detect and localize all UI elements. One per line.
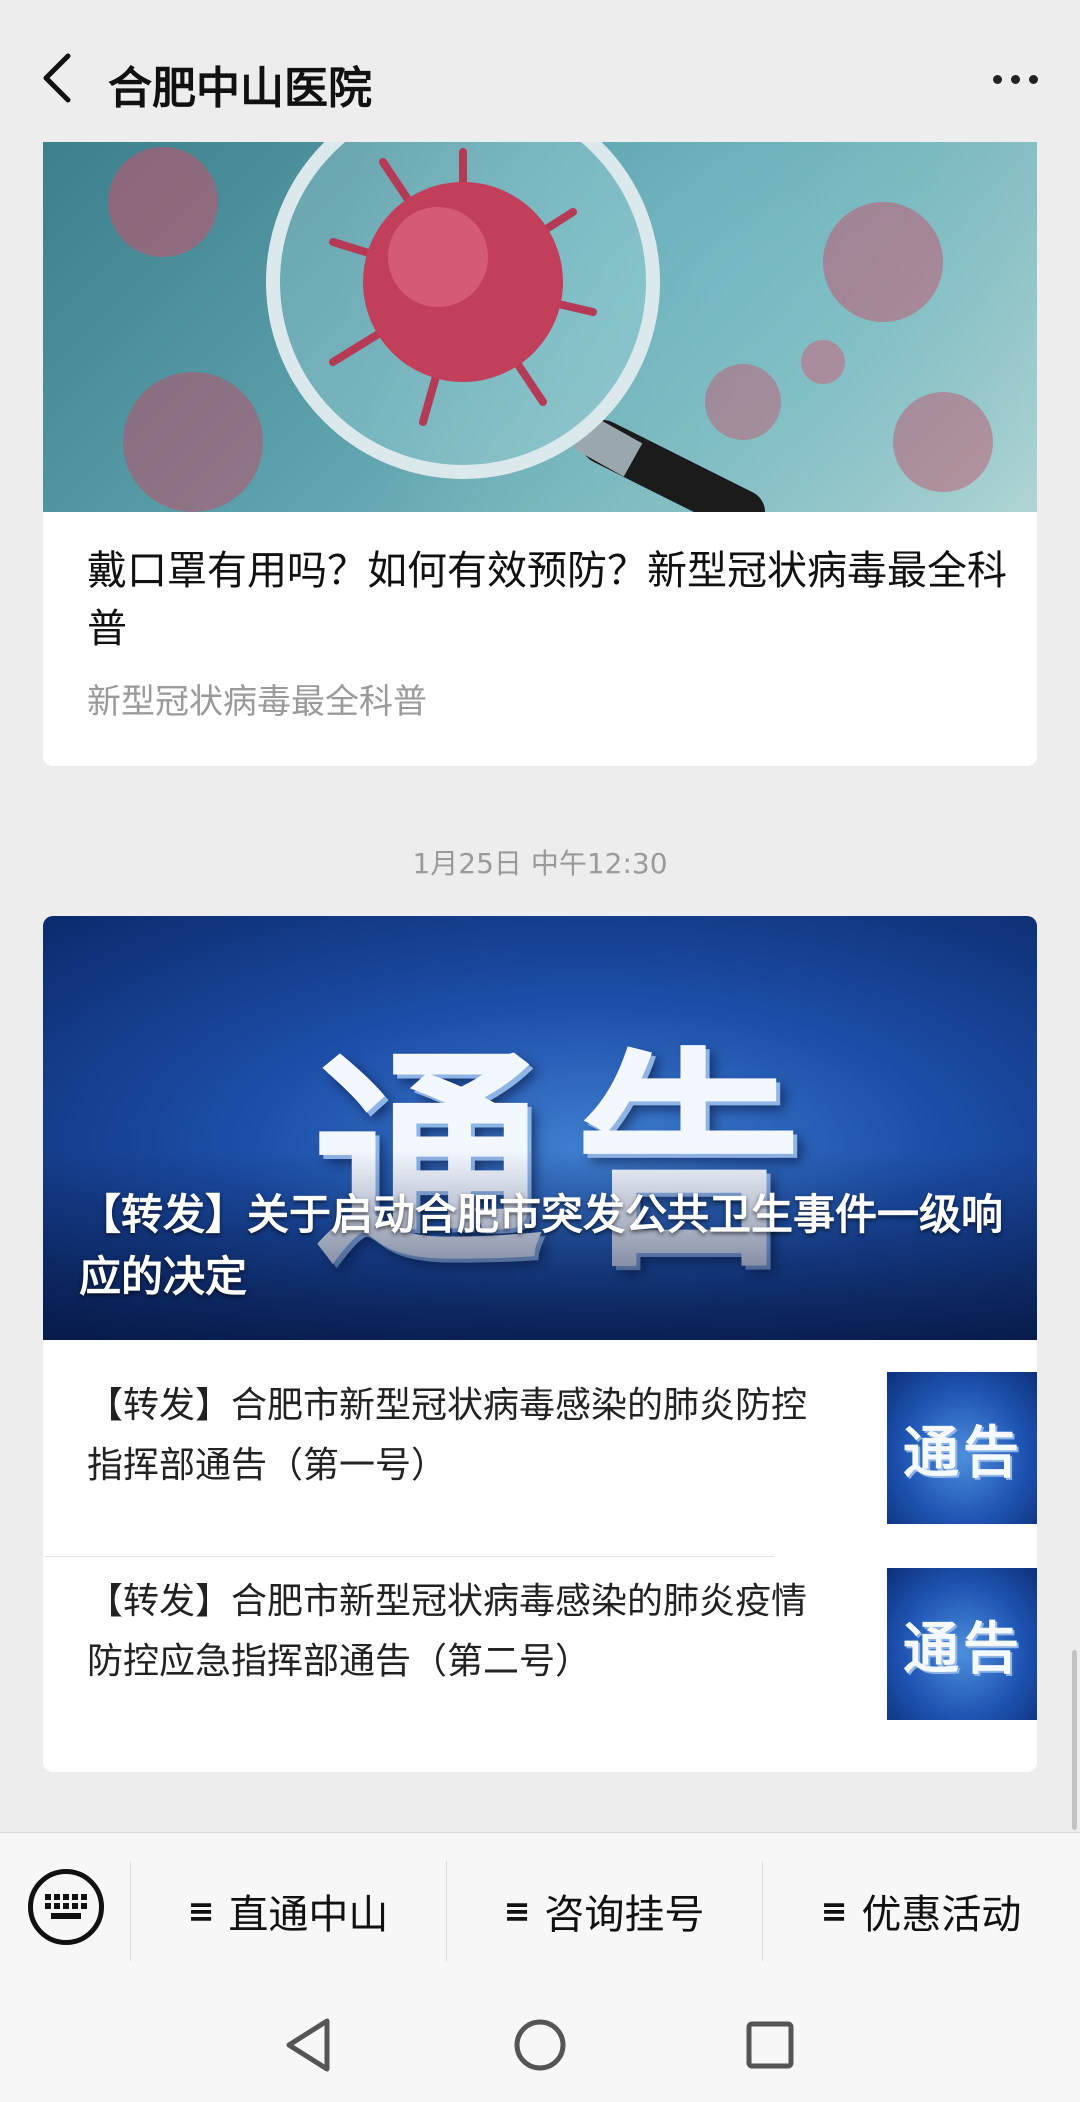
article-subtitle: 新型冠状病毒最全科普 xyxy=(87,682,427,722)
scrollbar[interactable] xyxy=(1072,1650,1077,1830)
more-dots-icon xyxy=(992,74,1002,84)
page-title: 合肥中山医院 xyxy=(108,63,372,114)
keyboard-toggle-button[interactable] xyxy=(28,1869,104,1945)
article-card-1[interactable]: 戴口罩有用吗？如何有效预防？新型冠状病毒最全科普 新型冠状病毒最全科普 xyxy=(43,142,1037,766)
list-item[interactable]: 【转发】合肥市新型冠状病毒感染的肺炎疫情防控应急指挥部通告（第二号） 通告 xyxy=(87,1536,1037,1720)
back-arrow-icon xyxy=(43,53,71,103)
status-bar xyxy=(0,0,1080,14)
hamburger-icon: ≡ xyxy=(503,1892,531,1930)
menu-consult-register[interactable]: ≡ 咨询挂号 xyxy=(446,1833,762,1989)
system-navigation-bar xyxy=(0,1988,1080,2102)
keyboard-icon xyxy=(45,1894,87,1919)
article-card-2: 通告 【转发】关于启动合肥市突发公共卫生事件一级响应的决定 【转发】合肥市新型冠… xyxy=(43,916,1037,1772)
notice-banner[interactable]: 通告 【转发】关于启动合肥市突发公共卫生事件一级响应的决定 xyxy=(43,916,1037,1340)
nav-back-button[interactable] xyxy=(273,2010,343,2080)
divider xyxy=(44,1556,774,1557)
menu-direct-zhongshan[interactable]: ≡ 直通中山 xyxy=(130,1833,446,1989)
more-button[interactable] xyxy=(980,54,1050,104)
message-timestamp: 1月25日 中午12:30 xyxy=(412,847,668,880)
bottom-menu-bar: ≡ 直通中山 ≡ 咨询挂号 ≡ 优惠活动 xyxy=(0,1832,1080,1988)
app-header: 合肥中山医院 xyxy=(0,14,1080,142)
list-item-title: 【转发】合肥市新型冠状病毒感染的肺炎疫情防控应急指挥部通告（第二号） xyxy=(87,1581,808,1682)
article-title: 戴口罩有用吗？如何有效预防？新型冠状病毒最全科普 xyxy=(87,548,1007,652)
list-item-thumbnail: 通告 xyxy=(887,1568,1037,1720)
virus-magnifier-image xyxy=(43,142,1037,512)
hamburger-icon: ≡ xyxy=(187,1892,215,1930)
square-recent-icon xyxy=(746,2021,794,2069)
list-item[interactable]: 【转发】合肥市新型冠状病毒感染的肺炎防控指挥部通告（第一号） 通告 xyxy=(87,1340,1037,1524)
menu-promotions[interactable]: ≡ 优惠活动 xyxy=(762,1833,1080,1989)
hamburger-icon: ≡ xyxy=(820,1892,848,1930)
triangle-back-icon xyxy=(286,2018,330,2072)
main-article-title: 【转发】关于启动合肥市突发公共卫生事件一级响应的决定 xyxy=(79,1190,1004,1301)
circle-home-icon xyxy=(514,2019,566,2071)
nav-home-button[interactable] xyxy=(505,2010,575,2080)
back-button[interactable] xyxy=(30,50,86,106)
list-item-thumbnail: 通告 xyxy=(887,1372,1037,1524)
nav-recent-button[interactable] xyxy=(735,2010,805,2080)
list-item-title: 【转发】合肥市新型冠状病毒感染的肺炎防控指挥部通告（第一号） xyxy=(87,1385,808,1486)
